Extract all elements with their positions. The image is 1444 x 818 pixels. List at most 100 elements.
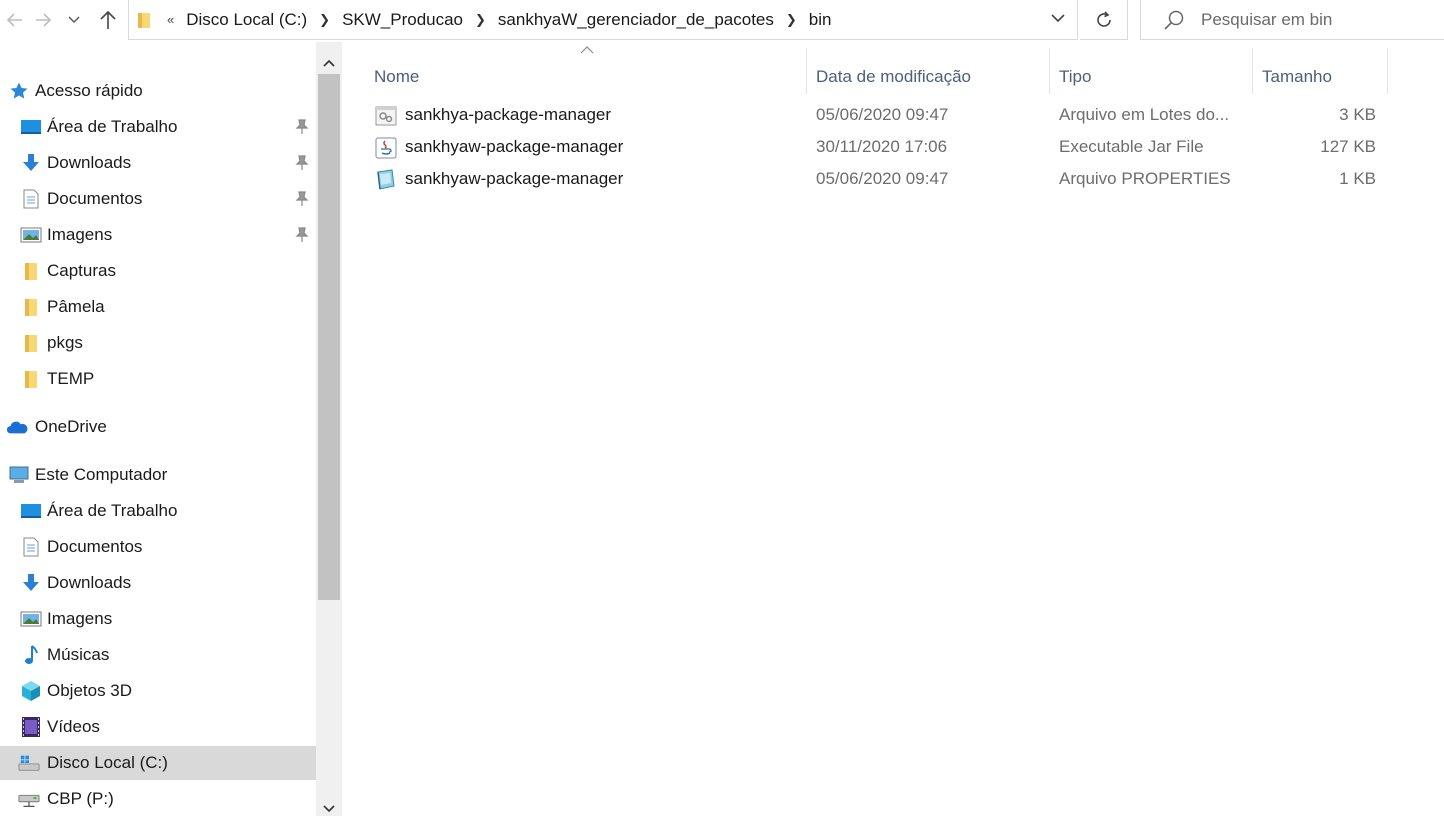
column-header-size[interactable]: Tamanho	[1262, 56, 1332, 98]
document-icon	[20, 189, 42, 209]
breadcrumb-separator-icon[interactable]: ❯	[786, 12, 797, 28]
address-bar[interactable]: « Disco Local (C:) ❯ SKW_Producao ❯ sank…	[128, 0, 1078, 40]
file-date: 05/06/2020 09:47	[816, 169, 949, 188]
network-drive-icon	[18, 789, 40, 809]
cloud-icon	[6, 417, 28, 437]
file-size: 3 KB	[1339, 105, 1376, 124]
sidebar-item-label: Acesso rápido	[35, 81, 143, 100]
sidebar-item-pkgs[interactable]: pkgs	[0, 326, 316, 360]
sidebar-item-objetos-3d[interactable]: Objetos 3D	[0, 674, 316, 708]
file-name: sankhya-package-manager	[405, 105, 612, 124]
scrollbar-thumb[interactable]	[318, 74, 340, 600]
sidebar-quick-access[interactable]: Acesso rápido	[0, 74, 316, 108]
arrow-up-icon[interactable]	[94, 6, 122, 34]
navigation-pane: Acesso rápido Área de Trabalho Downloads…	[0, 42, 316, 816]
sidebar-item-label: Objetos 3D	[47, 681, 133, 700]
arrow-right-icon[interactable]	[30, 6, 58, 34]
overflow-chevron[interactable]: «	[167, 12, 174, 27]
folder-icon	[20, 369, 42, 389]
file-size: 1 KB	[1339, 169, 1376, 188]
sidebar-item-label: Downloads	[47, 153, 132, 172]
download-icon	[20, 573, 42, 593]
sidebar-item-label: Imagens	[47, 225, 113, 244]
folder-icon	[138, 12, 150, 28]
column-divider[interactable]	[1049, 48, 1050, 94]
sidebar-item-label: OneDrive	[35, 417, 107, 436]
pictures-icon	[20, 609, 42, 629]
column-header-date[interactable]: Data de modificação	[816, 56, 971, 98]
sidebar-item-capturas[interactable]: Capturas	[0, 254, 316, 288]
folder-icon	[20, 333, 42, 353]
file-size: 127 KB	[1320, 137, 1376, 156]
sidebar-item-downloads[interactable]: Downloads	[0, 146, 316, 180]
file-date: 05/06/2020 09:47	[816, 105, 949, 124]
arrow-left-icon[interactable]	[0, 6, 28, 34]
java-jar-icon	[375, 137, 397, 159]
file-row[interactable]: sankhya-package-manager 05/06/2020 09:47…	[344, 100, 1444, 132]
document-icon	[20, 537, 42, 557]
sidebar-item-area-de-trabalho[interactable]: Área de Trabalho	[0, 110, 316, 144]
file-date: 30/11/2020 17:06	[816, 137, 948, 156]
sidebar-item-label: TEMP	[47, 369, 95, 388]
breadcrumb-bin[interactable]: bin	[809, 10, 832, 30]
file-type: Arquivo em Lotes do...	[1059, 105, 1230, 124]
breadcrumb-separator-icon[interactable]: ❯	[319, 12, 330, 28]
refresh-icon[interactable]	[1080, 0, 1128, 40]
sidebar-item-documentos-pc[interactable]: Documentos	[0, 530, 316, 564]
column-divider[interactable]	[1387, 48, 1388, 94]
file-type: Executable Jar File	[1059, 137, 1204, 156]
sidebar-item-cbp[interactable]: CBP (P:)	[0, 782, 316, 816]
chevron-down-icon[interactable]	[64, 6, 84, 34]
column-divider[interactable]	[1252, 48, 1253, 94]
sidebar-item-label: Capturas	[47, 261, 116, 280]
sidebar-item-temp[interactable]: TEMP	[0, 362, 316, 396]
sidebar-this-pc[interactable]: Este Computador	[0, 458, 316, 492]
sidebar-item-documentos[interactable]: Documentos	[0, 182, 316, 216]
sidebar-item-label: Músicas	[47, 645, 110, 664]
sidebar-item-label: Vídeos	[47, 717, 100, 736]
file-name: sankhyaw-package-manager	[405, 169, 624, 188]
folder-icon	[20, 297, 42, 317]
search-icon	[1164, 10, 1184, 30]
sidebar-item-imagens[interactable]: Imagens	[0, 218, 316, 252]
drive-icon	[18, 753, 40, 773]
breadcrumb-drive[interactable]: Disco Local (C:)	[186, 10, 307, 30]
properties-file-icon	[377, 169, 395, 190]
music-icon	[20, 645, 42, 665]
sidebar-item-downloads-pc[interactable]: Downloads	[0, 566, 316, 600]
file-row[interactable]: sankhyaw-package-manager 05/06/2020 09:4…	[344, 164, 1444, 196]
pictures-icon	[20, 225, 42, 245]
column-divider[interactable]	[806, 48, 807, 94]
sidebar-item-label: Disco Local (C:)	[47, 753, 168, 772]
sidebar-item-videos[interactable]: Vídeos	[0, 710, 316, 744]
scroll-up-icon[interactable]	[321, 56, 337, 72]
address-history-dropdown-icon[interactable]	[1051, 10, 1065, 26]
column-header-type[interactable]: Tipo	[1059, 56, 1091, 98]
breadcrumb-gerenciador[interactable]: sankhyaW_gerenciador_de_pacotes	[498, 10, 774, 30]
pin-icon[interactable]	[295, 227, 309, 243]
sidebar-item-pamela[interactable]: Pâmela	[0, 290, 316, 324]
search-box[interactable]	[1140, 0, 1444, 40]
sidebar-onedrive[interactable]: OneDrive	[0, 410, 316, 444]
sidebar-item-musicas[interactable]: Músicas	[0, 638, 316, 672]
sidebar-item-label: pkgs	[47, 333, 83, 352]
breadcrumb-separator-icon[interactable]: ❯	[475, 12, 486, 28]
sidebar-item-area-de-trabalho-pc[interactable]: Área de Trabalho	[0, 494, 316, 528]
navigation-bar: « Disco Local (C:) ❯ SKW_Producao ❯ sank…	[0, 0, 1444, 42]
sidebar-item-label: CBP (P:)	[47, 789, 114, 808]
pin-icon[interactable]	[295, 155, 309, 171]
column-header-name[interactable]: Nome	[374, 56, 419, 98]
download-icon	[20, 153, 42, 173]
file-row[interactable]: sankhyaw-package-manager 30/11/2020 17:0…	[344, 132, 1444, 164]
sidebar-item-label: Área de Trabalho	[47, 501, 178, 520]
pin-icon[interactable]	[295, 191, 309, 207]
sidebar-item-label: Imagens	[47, 609, 113, 628]
breadcrumb-skw-producao[interactable]: SKW_Producao	[342, 10, 463, 30]
pin-icon[interactable]	[295, 119, 309, 135]
sidebar-scrollbar[interactable]	[316, 42, 342, 816]
file-type: Arquivo PROPERTIES	[1059, 169, 1231, 188]
sidebar-item-disco-local[interactable]: Disco Local (C:)	[0, 746, 316, 780]
search-input[interactable]	[1199, 8, 1423, 31]
sidebar-item-label: Pâmela	[47, 297, 105, 316]
sidebar-item-imagens-pc[interactable]: Imagens	[0, 602, 316, 636]
